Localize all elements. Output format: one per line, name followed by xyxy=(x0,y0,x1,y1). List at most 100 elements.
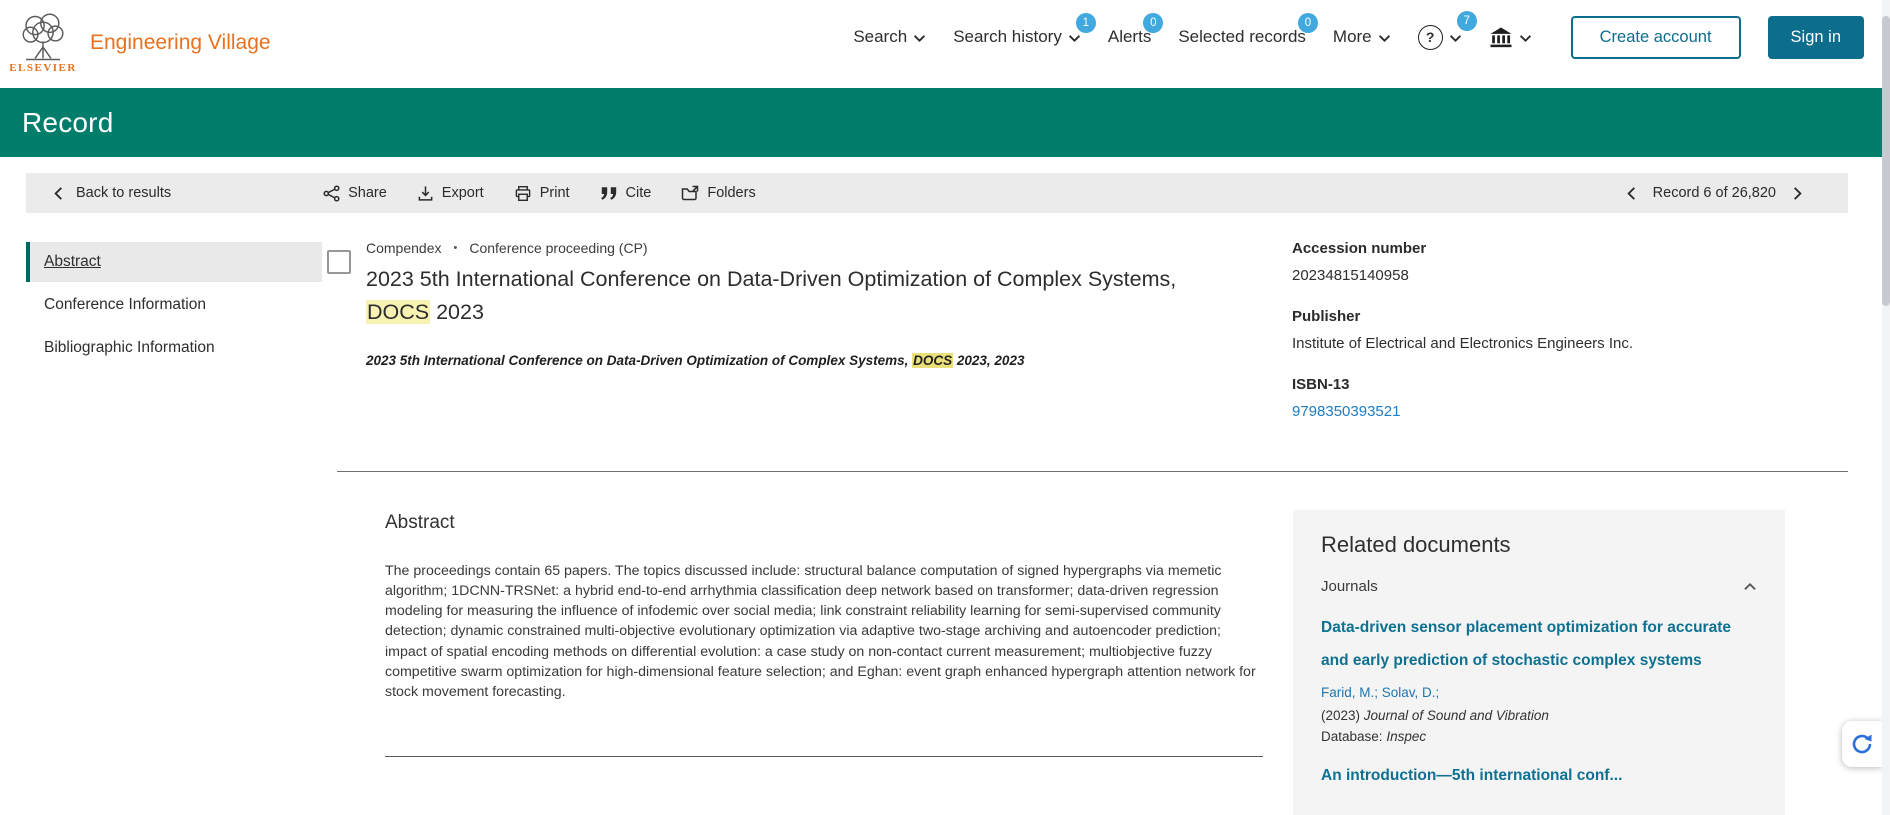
nav-alerts-label: Alerts xyxy=(1108,27,1151,47)
isbn-block: ISBN-13 9798350393521 xyxy=(1292,376,1742,420)
accession-number-block: Accession number 20234815140958 xyxy=(1292,240,1742,284)
publisher-block: Publisher Institute of Electrical and El… xyxy=(1292,308,1742,352)
back-to-results-label: Back to results xyxy=(76,185,171,201)
cite-button[interactable]: Cite xyxy=(600,185,652,202)
related-document-authors[interactable]: Farid, M.; Solav, D.; xyxy=(1321,685,1757,700)
cite-label: Cite xyxy=(626,185,652,201)
toolbar-actions: Share Export Print Cite xyxy=(323,185,756,202)
abstract-divider xyxy=(385,756,1263,757)
nav-search[interactable]: Search xyxy=(853,27,926,47)
database-label[interactable]: Compendex xyxy=(366,240,442,256)
scrollbar-thumb[interactable] xyxy=(1882,16,1890,306)
nav-institution[interactable] xyxy=(1489,27,1532,48)
related-journals-group: Journals xyxy=(1321,578,1757,595)
sidebar-item-conference-information[interactable]: Conference Information xyxy=(26,285,322,325)
journals-group-label: Journals xyxy=(1321,578,1378,595)
related-document-year: (2023) xyxy=(1321,708,1360,723)
record-title-text: 2023 5th International Conference on Dat… xyxy=(366,267,1176,291)
chevron-left-icon xyxy=(54,186,63,201)
page-banner: Record xyxy=(0,88,1890,157)
accession-number-label: Accession number xyxy=(1292,240,1742,257)
chevron-down-icon xyxy=(1449,34,1462,43)
isbn-label: ISBN-13 xyxy=(1292,376,1742,393)
create-account-button[interactable]: Create account xyxy=(1571,16,1741,59)
nav-selected-records-label: Selected records xyxy=(1178,27,1306,47)
institution-icon xyxy=(1489,27,1513,48)
database-field-value: Inspec xyxy=(1386,729,1426,744)
accession-number-value: 20234815140958 xyxy=(1292,267,1742,284)
sidebar-item-abstract[interactable]: Abstract xyxy=(26,242,322,282)
collapse-journals-button[interactable] xyxy=(1743,582,1757,591)
elsevier-tree-icon xyxy=(20,12,66,64)
chevron-left-icon xyxy=(1627,186,1636,201)
folders-icon xyxy=(681,185,699,201)
section-sidebar: Abstract Conference Information Bibliogr… xyxy=(26,242,322,368)
help-icon: ? xyxy=(1418,25,1443,50)
share-label: Share xyxy=(348,185,387,201)
chevron-up-icon xyxy=(1743,582,1757,591)
folders-button[interactable]: Folders xyxy=(681,185,755,202)
record-title: 2023 5th International Conference on Dat… xyxy=(366,263,1246,330)
main-nav: Search Search history 1 Alerts 0 Selecte… xyxy=(853,14,1864,60)
print-label: Print xyxy=(540,185,570,201)
abstract-text: The proceedings contain 65 papers. The t… xyxy=(385,561,1263,702)
related-document-database: Database: Inspec xyxy=(1321,727,1757,748)
related-document-link-partial[interactable]: An introduction—5th international conf..… xyxy=(1321,759,1757,792)
nav-selected-records[interactable]: Selected records 0 xyxy=(1178,27,1306,47)
nav-search-history[interactable]: Search history 1 xyxy=(953,27,1081,47)
product-name: Engineering Village xyxy=(90,31,271,55)
search-history-badge: 1 xyxy=(1076,13,1096,33)
record-head: Compendex • Conference proceeding (CP) 2… xyxy=(366,240,1296,368)
record-toolbar: Back to results Share Export Prin xyxy=(26,173,1848,213)
sidebar-item-bibliographic-information[interactable]: Bibliographic Information xyxy=(26,328,322,368)
record-pagination-label: Record 6 of 26,820 xyxy=(1653,185,1776,201)
selected-records-badge: 0 xyxy=(1298,13,1318,33)
nav-more-label: More xyxy=(1333,27,1372,47)
record-page: ELSEVIER Engineering Village Search Sear… xyxy=(0,0,1890,815)
record-select-checkbox[interactable] xyxy=(327,250,351,274)
nav-help[interactable]: ? 7 xyxy=(1418,25,1462,50)
brand[interactable]: ELSEVIER Engineering Village xyxy=(14,4,271,82)
feedback-widget-button[interactable] xyxy=(1842,721,1882,767)
alerts-badge: 0 xyxy=(1143,13,1163,33)
back-to-results-button[interactable]: Back to results xyxy=(54,185,171,201)
previous-record-button[interactable] xyxy=(1627,186,1636,201)
separator-dot: • xyxy=(454,242,458,254)
document-type-label: Conference proceeding (CP) xyxy=(469,240,647,256)
related-documents-panel: Related documents Journals Data-driven s… xyxy=(1293,510,1785,815)
nav-more[interactable]: More xyxy=(1333,27,1391,47)
sign-in-button[interactable]: Sign in xyxy=(1768,16,1864,59)
related-documents-heading: Related documents xyxy=(1321,532,1757,558)
publisher-value: Institute of Electrical and Electronics … xyxy=(1292,335,1742,352)
share-button[interactable]: Share xyxy=(323,185,387,202)
export-button[interactable]: Export xyxy=(417,185,484,202)
title-highlight: DOCS xyxy=(366,300,430,324)
abstract-section: Abstract The proceedings contain 65 pape… xyxy=(385,512,1263,757)
nav-search-label: Search xyxy=(853,27,907,47)
chevron-right-icon xyxy=(1793,186,1802,201)
next-record-button[interactable] xyxy=(1793,186,1802,201)
related-document-link[interactable]: Data-driven sensor placement optimizatio… xyxy=(1321,611,1757,678)
nav-alerts[interactable]: Alerts 0 xyxy=(1108,27,1151,47)
print-button[interactable]: Print xyxy=(514,185,570,202)
share-icon xyxy=(323,185,340,202)
chevron-down-icon xyxy=(913,34,926,43)
export-icon xyxy=(417,185,434,202)
elsevier-wordmark: ELSEVIER xyxy=(9,62,77,74)
chevron-down-icon xyxy=(1378,34,1391,43)
record-pagination: Record 6 of 26,820 xyxy=(1627,185,1802,201)
print-icon xyxy=(514,185,532,202)
page-title: Record xyxy=(22,107,113,139)
source-highlight: DOCS xyxy=(912,353,953,368)
header: ELSEVIER Engineering Village Search Sear… xyxy=(0,0,1890,88)
related-document-publication: (2023) Journal of Sound and Vibration xyxy=(1321,706,1757,727)
chevron-down-icon xyxy=(1068,34,1081,43)
folders-label: Folders xyxy=(707,185,755,201)
source-text: 2023 5th International Conference on Dat… xyxy=(366,353,912,368)
elsevier-logo: ELSEVIER xyxy=(14,12,72,74)
isbn-link[interactable]: 9798350393521 xyxy=(1292,403,1742,420)
source-tail: 2023, 2023 xyxy=(953,353,1024,368)
source-citation-line: 2023 5th International Conference on Dat… xyxy=(366,353,1296,368)
database-field-label: Database: xyxy=(1321,729,1383,744)
help-badge: 7 xyxy=(1457,11,1477,31)
